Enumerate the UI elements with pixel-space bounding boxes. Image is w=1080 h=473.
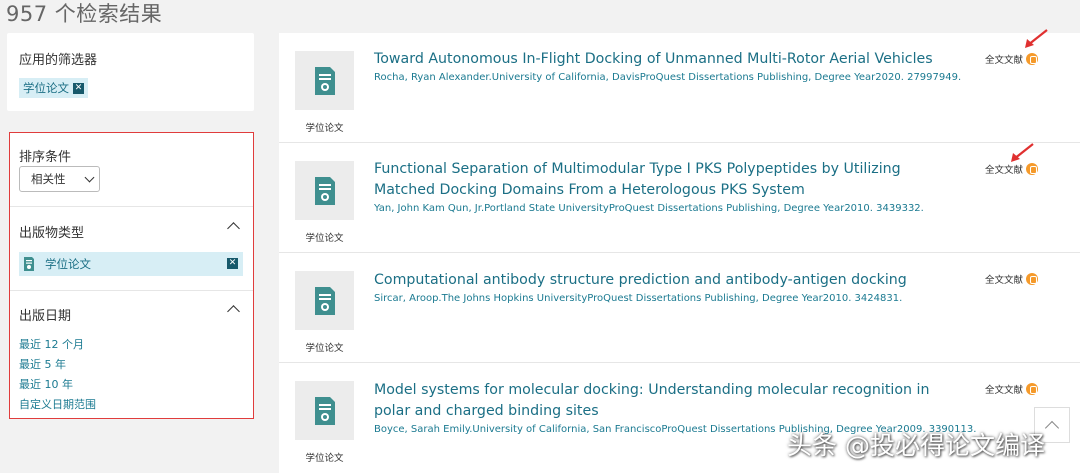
date-option-5-years[interactable]: 最近 5 年 xyxy=(19,356,66,372)
remove-filter-icon[interactable]: ✕ xyxy=(73,82,84,94)
date-option-10-years[interactable]: 最近 10 年 xyxy=(19,376,73,392)
publication-type-label: 学位论文 xyxy=(45,257,91,271)
result-thumbnail[interactable] xyxy=(295,161,354,220)
result-meta: Sircar, Aroop.The Johns Hopkins Universi… xyxy=(374,293,903,304)
dissertation-icon xyxy=(314,66,335,95)
divider xyxy=(10,290,253,291)
result-title[interactable]: Functional Separation of Multimodular Ty… xyxy=(374,159,934,201)
result-type-label: 学位论文 xyxy=(305,453,344,464)
chevron-down-icon xyxy=(84,172,95,183)
result-thumbnail[interactable] xyxy=(295,271,354,330)
result-title[interactable]: Computational antibody structure predict… xyxy=(374,270,934,291)
date-option-custom[interactable]: 自定义日期范围 xyxy=(19,396,96,412)
fulltext-link[interactable]: 全文文献 xyxy=(985,382,1039,396)
result-thumbnail[interactable] xyxy=(295,51,354,110)
publication-date-title: 出版日期 xyxy=(19,309,72,324)
red-arrow-icon xyxy=(1011,143,1034,162)
date-option-12-months[interactable]: 最近 12 个月 xyxy=(19,336,84,352)
dissertation-icon xyxy=(314,286,335,315)
result-type-label: 学位论文 xyxy=(305,343,344,354)
result-thumbnail[interactable] xyxy=(295,381,354,440)
open-access-icon xyxy=(1026,53,1039,65)
open-access-icon xyxy=(1026,273,1039,285)
fulltext-label: 全文文献 xyxy=(985,55,1024,66)
fulltext-label: 全文文献 xyxy=(985,385,1024,396)
chevron-up-icon xyxy=(1044,420,1060,435)
result-item: 学位论文 Computational antibody structure pr… xyxy=(279,253,1080,363)
open-access-icon xyxy=(1026,383,1039,395)
applied-filter-chip-label: 学位论文 xyxy=(23,81,69,95)
dissertation-icon xyxy=(314,176,335,205)
publication-type-selected[interactable]: 学位论文 ✕ xyxy=(19,252,243,276)
applied-filter-chip[interactable]: 学位论文 ✕ xyxy=(19,78,88,98)
applied-filters-title: 应用的筛选器 xyxy=(19,53,98,68)
sort-select-value: 相关性 xyxy=(31,172,66,186)
fulltext-label: 全文文献 xyxy=(985,275,1024,286)
dissertation-icon xyxy=(314,396,335,425)
result-item: 学位论文 Functional Separation of Multimodul… xyxy=(279,143,1080,253)
red-arrow-icon xyxy=(1025,29,1048,48)
result-type-label: 学位论文 xyxy=(305,123,344,134)
result-title[interactable]: Toward Autonomous In-Flight Docking of U… xyxy=(374,49,934,70)
fulltext-link[interactable]: 全文文献 xyxy=(985,272,1039,286)
publication-type-title: 出版物类型 xyxy=(19,226,85,241)
divider xyxy=(10,206,253,207)
dissertation-icon xyxy=(24,257,34,271)
sort-select[interactable]: 相关性 xyxy=(19,166,100,192)
result-meta: Yan, John Kam Qun, Jr.Portland State Uni… xyxy=(374,203,924,214)
remove-publication-type-icon[interactable]: ✕ xyxy=(227,258,238,269)
watermark: 头条 @投必得论文编译 xyxy=(787,431,1045,460)
applied-filters-card: 应用的筛选器 学位论文 ✕ xyxy=(7,33,254,111)
sort-title: 排序条件 xyxy=(19,150,72,165)
results-count: 957 个检索结果 xyxy=(6,2,163,26)
collapse-publication-type-icon[interactable] xyxy=(227,222,240,235)
fulltext-link[interactable]: 全文文献 xyxy=(985,52,1039,66)
refine-panel: 排序条件 相关性 出版物类型 学位论文 ✕ 出版日期 最近 12 个月 最近 5… xyxy=(9,132,254,419)
collapse-publication-date-icon[interactable] xyxy=(227,305,240,318)
results-list: 学位论文 Toward Autonomous In-Flight Docking… xyxy=(279,29,1080,473)
result-item: 学位论文 Toward Autonomous In-Flight Docking… xyxy=(279,29,1080,143)
result-title[interactable]: Model systems for molecular docking: Und… xyxy=(374,380,934,422)
result-type-label: 学位论文 xyxy=(305,233,344,244)
result-meta: Rocha, Ryan Alexander.University of Cali… xyxy=(374,72,962,83)
